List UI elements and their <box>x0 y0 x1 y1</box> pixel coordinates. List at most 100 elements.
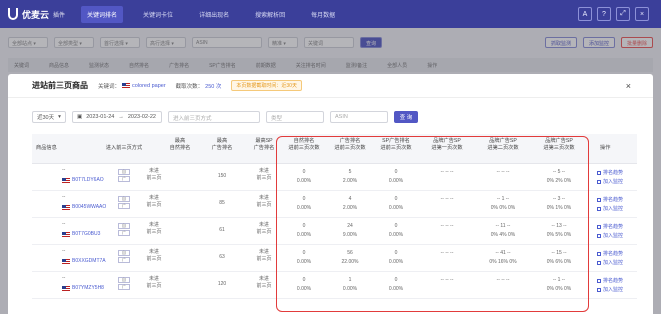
rank-trend-link[interactable]: 排名趋势 <box>597 250 623 258</box>
col-sp-count: SP广告排名 进前三页次数 <box>380 138 412 151</box>
brand-page3-count: -- 13 -- <box>551 223 567 229</box>
product-asin[interactable]: B0XXGDMT7A <box>62 258 106 265</box>
badge-natural: 自 <box>118 277 130 283</box>
plus-icon <box>597 260 601 265</box>
product-asin[interactable]: B0T7LDY6AO <box>62 177 104 184</box>
badge-ad: 广 <box>118 257 130 263</box>
entry-method-select[interactable]: 进入前三页方式 <box>168 111 260 123</box>
asin-text: B0045WWAAO <box>72 204 107 210</box>
asin-input[interactable]: ASIN <box>330 111 388 123</box>
data-time-notice: 本页数据截取时间：近30天 <box>231 80 302 91</box>
add-monitor-link[interactable]: 加入监控 <box>597 178 623 186</box>
product-asin[interactable]: B0T7G0BU3 <box>62 231 100 238</box>
us-flag-icon <box>62 178 70 183</box>
query-button[interactable]: 查 询 <box>394 111 418 123</box>
app-logo[interactable]: 优麦云 插件 <box>8 8 65 21</box>
natural-count: 0 <box>302 277 306 283</box>
rank-trend-link[interactable]: 排名趋势 <box>597 277 623 285</box>
product-asin[interactable]: B0045WWAAO <box>62 204 106 211</box>
entry-badges: 自 广 <box>118 250 132 264</box>
product-asin[interactable]: B07YMZY5H8 <box>62 285 104 292</box>
brand-page2-count: -- 1 -- <box>496 196 510 202</box>
top-icon-group: A ? ⤢ × <box>578 7 649 21</box>
entry-status: 未进 前三页 <box>146 222 162 235</box>
col-natural-count: 自然排名 进前三页次数 <box>288 138 320 151</box>
ad-count: 24 <box>347 223 353 229</box>
us-flag-icon <box>62 259 70 264</box>
brand-page3-pct: 0% 1% 0% <box>546 205 572 211</box>
product-title: -- <box>62 167 66 173</box>
add-monitor-link[interactable]: 加入监控 <box>597 205 623 213</box>
date-start: 2023-01-24 <box>86 114 115 120</box>
nav-search-analysis[interactable]: 搜索解析回 <box>249 6 291 23</box>
keyword-link[interactable]: colored paper <box>132 83 166 89</box>
asin-text: B0T7LDY6AO <box>72 177 104 183</box>
col-brand-page1: 品牌广告SP 进第一页次数 <box>431 138 463 151</box>
entry-badges: 自 广 <box>118 196 132 210</box>
close-icon[interactable]: × <box>635 7 649 21</box>
badge-ad: 广 <box>118 284 130 290</box>
table-row: -- B0XXGDMT7A 自 广 未进 前三页 63 未进 前三页 0 0.0… <box>32 245 637 272</box>
entry-status: 未进 前三页 <box>146 249 162 262</box>
nav-keyword-rank[interactable]: 关键词排名 <box>81 5 124 23</box>
rank-trend-link[interactable]: 排名趋势 <box>597 196 623 204</box>
modal-close-button[interactable]: × <box>626 81 631 91</box>
plus-icon <box>597 179 601 184</box>
sp-count: 0 <box>394 223 398 229</box>
brand-page2-count: -- 11 -- <box>495 223 511 229</box>
sp-count: 0 <box>394 196 398 202</box>
sp-pct: 0.00% <box>388 205 404 211</box>
ad-pct: 9.00% <box>342 232 358 238</box>
add-monitor-label: 加入监控 <box>603 179 624 185</box>
modal-count: 截取次数： 250 次 <box>176 82 222 90</box>
brand-page2-count: -- -- -- <box>496 169 510 175</box>
calendar-icon: ▣ <box>77 114 83 120</box>
best-sp-value: 未进 前三页 <box>256 249 272 262</box>
trend-icon <box>597 197 601 202</box>
avatar-icon[interactable]: A <box>578 7 592 21</box>
plus-icon <box>597 233 601 238</box>
add-monitor-label: 加入监控 <box>603 206 624 212</box>
best-sp-value: 未进 前三页 <box>256 222 272 235</box>
brand-page3-count: -- 3 -- <box>552 196 566 202</box>
brand-page2-pct: 0% 0% 0% <box>490 205 516 211</box>
nav-monthly-data[interactable]: 每月数据 <box>305 6 341 23</box>
best-natural-value: 63 <box>219 254 225 260</box>
product-title: -- <box>62 194 66 200</box>
add-monitor-link[interactable]: 加入监控 <box>597 232 623 240</box>
top3-table: 商品信息 进入前三页方式 最高 自然排名 最高 广告排名 最高SP 广告排名 自… <box>32 134 637 299</box>
modal-header: 进站前三页商品 关键词： colored paper 截取次数： 250 次 本… <box>8 74 653 98</box>
ad-pct: 0.00% <box>342 286 358 292</box>
add-monitor-link[interactable]: 加入监控 <box>597 259 623 267</box>
rank-trend-link[interactable]: 排名趋势 <box>597 223 623 231</box>
col-best-ad: 最高 广告排名 <box>211 138 233 151</box>
period-select[interactable]: 近30天 ▾ <box>32 111 66 123</box>
nav-detail-rank[interactable]: 详细出现名 <box>193 6 235 23</box>
nav-keyword-slot[interactable]: 关键词卡位 <box>137 6 179 23</box>
natural-count: 0 <box>302 250 306 256</box>
expand-icon[interactable]: ⤢ <box>616 7 630 21</box>
asin-text: B0XXGDMT7A <box>72 258 106 264</box>
logo-icon <box>8 8 18 20</box>
sp-count: 0 <box>394 250 398 256</box>
trend-icon <box>597 224 601 229</box>
modal-keyword: 关键词： colored paper <box>98 82 166 90</box>
help-icon[interactable]: ? <box>597 7 611 21</box>
logo-subtitle: 插件 <box>53 12 66 19</box>
brand-page1-count: -- -- -- <box>440 250 454 256</box>
us-flag-icon <box>122 83 131 88</box>
date-range-picker[interactable]: ▣ 2023-01-24 → 2023-02-22 <box>72 111 162 123</box>
add-monitor-link[interactable]: 加入监控 <box>597 286 623 294</box>
asin-text: B0T7G0BU3 <box>72 231 101 237</box>
natural-pct: 0.00% <box>296 259 312 265</box>
natural-pct: 0.00% <box>296 178 312 184</box>
entry-status: 未进 前三页 <box>146 168 162 181</box>
rank-trend-link[interactable]: 排名趋势 <box>597 169 623 177</box>
entry-status: 未进 前三页 <box>146 276 162 289</box>
type-select[interactable]: 类型 <box>266 111 324 123</box>
col-ad-count: 广告排名 进前三页次数 <box>334 138 366 151</box>
badge-ad: 广 <box>118 230 130 236</box>
add-monitor-label: 加入监控 <box>603 260 624 266</box>
col-entry-method: 进入前三页方式 <box>105 145 143 151</box>
add-monitor-label: 加入监控 <box>603 233 624 239</box>
